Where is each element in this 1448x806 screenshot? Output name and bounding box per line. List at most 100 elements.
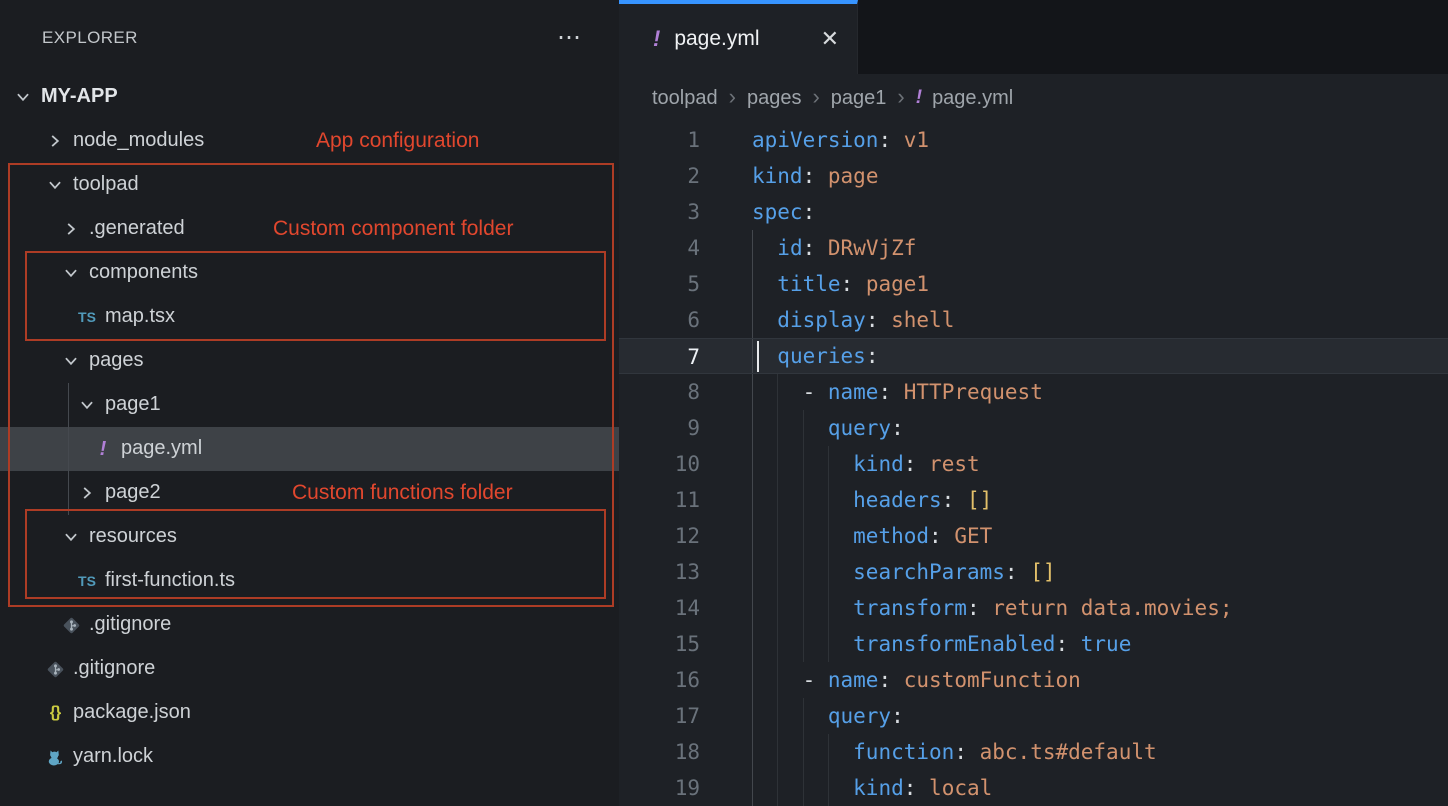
code-line-9[interactable]: 9 query: — [619, 410, 1448, 446]
code-line-content[interactable]: - name: customFunction — [752, 662, 1448, 698]
tree-item-package-json[interactable]: {} package.json — [0, 691, 619, 735]
tree-item--gitignore[interactable]: .gitignore — [0, 647, 619, 691]
tree-item-my-app[interactable]: MY-APP — [0, 75, 619, 119]
tree-item-page-yml[interactable]: !page.yml — [0, 427, 619, 471]
code-line-content[interactable]: id: DRwVjZf — [752, 230, 1448, 266]
tree-item-label: first-function.ts — [105, 570, 235, 592]
code-line-13[interactable]: 13 searchParams: [] — [619, 554, 1448, 590]
close-tab-icon[interactable]: ✕ — [821, 28, 839, 50]
json-braces-icon: {} — [50, 704, 60, 722]
breadcrumb-label: page.yml — [932, 87, 1013, 110]
file-icon-slot: TS — [77, 570, 97, 592]
code-line-16[interactable]: 16 - name: customFunction — [619, 662, 1448, 698]
tree-item-label: page1 — [105, 394, 161, 416]
code-line-12[interactable]: 12 method: GET — [619, 518, 1448, 554]
breadcrumb-item-page1[interactable]: page1 — [831, 87, 887, 110]
tree-item-resources[interactable]: resources — [0, 515, 619, 559]
tree-item--gitignore[interactable]: .gitignore — [0, 603, 619, 647]
breadcrumb: toolpad›pages›page1›!page.yml — [619, 74, 1448, 122]
code-line-15[interactable]: 15 transformEnabled: true — [619, 626, 1448, 662]
code-line-content[interactable]: transformEnabled: true — [752, 626, 1448, 662]
git-icon — [62, 616, 81, 635]
line-number: 3 — [619, 194, 700, 230]
tree-item-map-tsx[interactable]: TSmap.tsx — [0, 295, 619, 339]
file-icon-slot: ! — [93, 438, 113, 460]
code-line-5[interactable]: 5 title: page1 — [619, 266, 1448, 302]
tree-item-components[interactable]: components — [0, 251, 619, 295]
line-number: 13 — [619, 554, 700, 590]
line-number: 5 — [619, 266, 700, 302]
code-line-14[interactable]: 14 transform: return data.movies; — [619, 590, 1448, 626]
twisty-slot — [61, 526, 81, 548]
editor-pane: ! page.yml ✕ toolpad›pages›page1›!page.y… — [619, 0, 1448, 806]
file-icon-slot — [45, 746, 65, 768]
tab-page-yml[interactable]: ! page.yml ✕ — [619, 0, 858, 74]
chevron-down-icon — [14, 88, 32, 106]
code-line-8[interactable]: 8 - name: HTTPrequest — [619, 374, 1448, 410]
code-line-content[interactable]: function: abc.ts#default — [752, 734, 1448, 770]
code-line-6[interactable]: 6 display: shell — [619, 302, 1448, 338]
tree-item-page1[interactable]: page1 — [0, 383, 619, 427]
tree-item-label: yarn.lock — [73, 746, 153, 768]
tree-item-node-modules[interactable]: node_modules — [0, 119, 619, 163]
code-line-1[interactable]: 1apiVersion: v1 — [619, 122, 1448, 158]
code-line-10[interactable]: 10 kind: rest — [619, 446, 1448, 482]
tree-item-pages[interactable]: pages — [0, 339, 619, 383]
twisty-slot — [45, 174, 65, 196]
tree-item-toolpad[interactable]: toolpad — [0, 163, 619, 207]
tab-bar: ! page.yml ✕ — [619, 0, 1448, 74]
code-line-content[interactable]: searchParams: [] — [752, 554, 1448, 590]
code-line-content[interactable]: display: shell — [752, 302, 1448, 338]
explorer-sidebar: EXPLORER ⋯ MY-APPnode_modulestoolpad.gen… — [0, 0, 619, 806]
code-line-18[interactable]: 18 function: abc.ts#default — [619, 734, 1448, 770]
code-line-2[interactable]: 2kind: page — [619, 158, 1448, 194]
code-line-content[interactable]: - name: HTTPrequest — [752, 374, 1448, 410]
tree-item-label: MY-APP — [41, 86, 118, 108]
tree-item-label: pages — [89, 350, 144, 372]
code-line-content[interactable]: headers: [] — [752, 482, 1448, 518]
tree-item-label: page2 — [105, 482, 161, 504]
code-line-content[interactable]: transform: return data.movies; — [752, 590, 1448, 626]
code-line-content[interactable]: kind: rest — [752, 446, 1448, 482]
code-editor: 1apiVersion: v12kind: page3 spec:4 id: DR… — [619, 122, 1448, 806]
more-actions-icon[interactable]: ⋯ — [557, 26, 583, 50]
code-line-content[interactable]: spec: — [752, 194, 1448, 230]
code-line-content[interactable]: method: GET — [752, 518, 1448, 554]
chevron-down-icon — [46, 176, 64, 194]
code-line-17[interactable]: 17 query: — [619, 698, 1448, 734]
code-line-content[interactable]: kind: local — [752, 770, 1448, 806]
code-line-content[interactable]: apiVersion: v1 — [752, 122, 1448, 158]
line-number: 9 — [619, 410, 700, 446]
line-number: 16 — [619, 662, 700, 698]
breadcrumb-item-page-yml[interactable]: !page.yml — [916, 87, 1013, 110]
tree-item-page2[interactable]: page2 — [0, 471, 619, 515]
line-number: 10 — [619, 446, 700, 482]
chevron-right-icon — [46, 132, 64, 150]
tree-item--generated[interactable]: .generated — [0, 207, 619, 251]
tree-item-label: package.json — [73, 702, 191, 724]
chevron-down-icon — [62, 528, 80, 546]
file-icon-slot — [61, 614, 81, 636]
tree-item-label: toolpad — [73, 174, 139, 196]
code-line-content[interactable]: queries: — [752, 339, 1448, 373]
code-line-content[interactable]: query: — [752, 698, 1448, 734]
code-line-7[interactable]: 7 queries: — [619, 338, 1448, 374]
code-line-content[interactable]: query: — [752, 410, 1448, 446]
code-line-11[interactable]: 11 headers: [] — [619, 482, 1448, 518]
tree-item-yarn-lock[interactable]: yarn.lock — [0, 735, 619, 779]
line-number: 7 — [619, 339, 700, 373]
breadcrumb-item-pages[interactable]: pages — [747, 87, 802, 110]
tree-item-first-function-ts[interactable]: TS first-function.ts — [0, 559, 619, 603]
twisty-slot — [61, 350, 81, 372]
code-line-content[interactable]: kind: page — [752, 158, 1448, 194]
breadcrumb-label: toolpad — [652, 87, 718, 110]
tree-item-label: .generated — [89, 218, 185, 240]
line-number: 15 — [619, 626, 700, 662]
code-line-19[interactable]: 19 kind: local — [619, 770, 1448, 806]
twisty-slot — [61, 262, 81, 284]
breadcrumb-separator-icon: › — [897, 84, 904, 113]
code-line-3[interactable]: 3 spec: — [619, 194, 1448, 230]
code-line-content[interactable]: title: page1 — [752, 266, 1448, 302]
code-line-4[interactable]: 4 id: DRwVjZf — [619, 230, 1448, 266]
breadcrumb-item-toolpad[interactable]: toolpad — [652, 87, 718, 110]
